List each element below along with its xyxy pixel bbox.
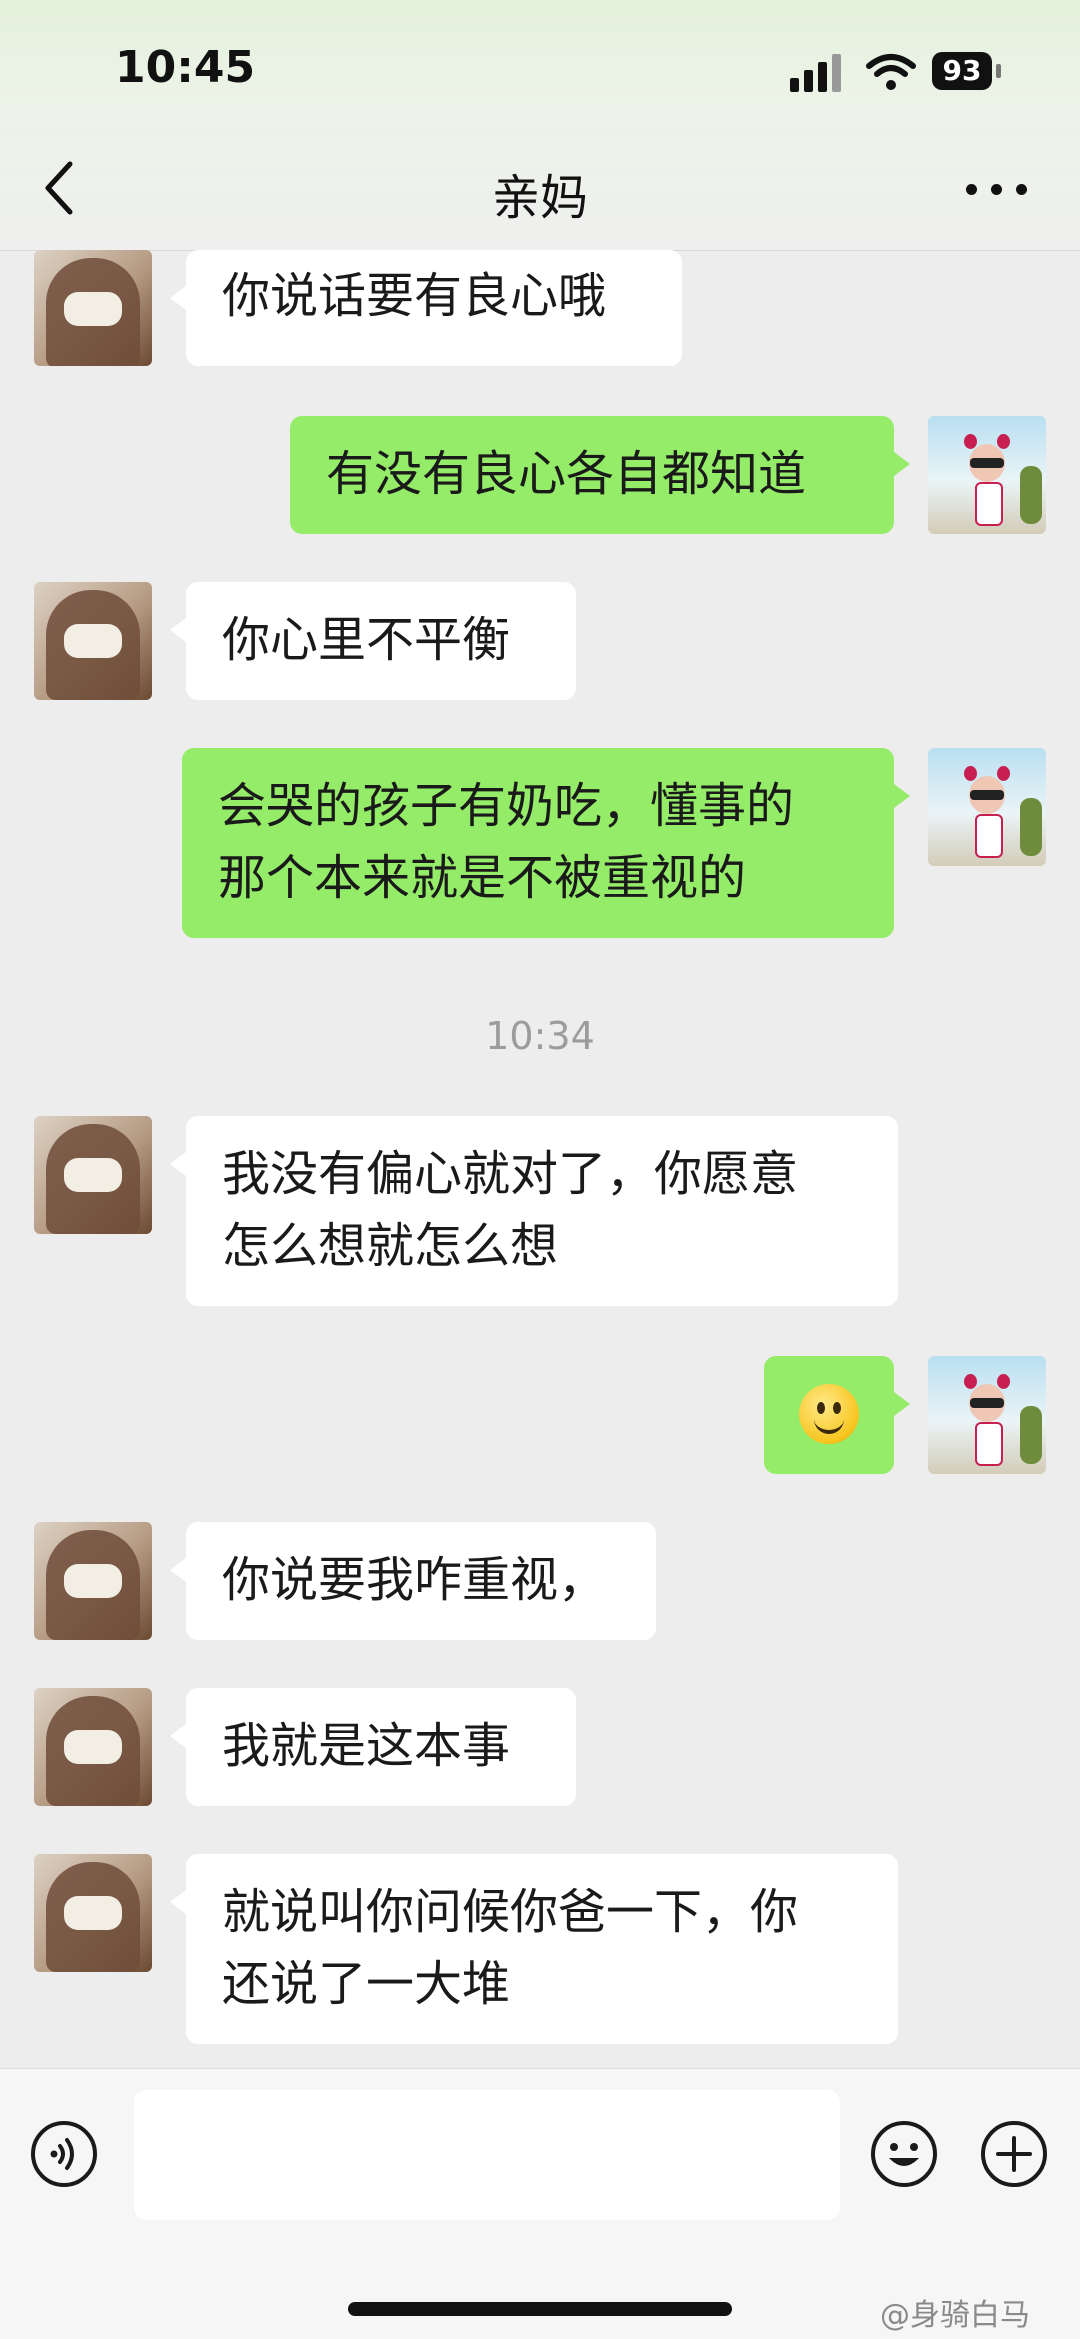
message-text: 你说要我咋重视， [222, 1552, 607, 1608]
contact-avatar[interactable] [34, 1854, 152, 1972]
battery-level: 93 [932, 52, 992, 90]
contact-avatar[interactable] [34, 1116, 152, 1234]
message-bubble-outgoing[interactable]: 会哭的孩子有奶吃，懂事的 那个本来就是不被重视的 [182, 748, 910, 938]
message-line: 我没有偏心就对了，你愿意 [222, 1146, 799, 1202]
message-bubble-incoming[interactable]: 你说要我咋重视， [170, 1522, 656, 1640]
watermark: @身骑白马 [880, 2298, 1030, 2333]
message-text: 有没有良心各自都知道 [326, 446, 807, 502]
more-options-icon[interactable] [964, 176, 1030, 202]
home-indicator[interactable] [348, 2302, 732, 2316]
message-bubble-incoming[interactable]: 我就是这本事 [170, 1688, 576, 1806]
message-line: 还说了一大堆 [222, 1956, 511, 2012]
smiley-face-icon [799, 1384, 859, 1444]
message-bubble-outgoing[interactable]: 有没有良心各自都知道 [290, 416, 910, 534]
emoji-picker-icon[interactable] [870, 2120, 938, 2188]
contact-avatar[interactable] [34, 1688, 152, 1806]
voice-input-icon[interactable] [30, 2120, 98, 2188]
message-timestamp: 10:34 [485, 1014, 595, 1058]
message-bubble-incoming[interactable]: 就说叫你问候你爸一下，你 还说了一大堆 [170, 1854, 898, 2044]
my-avatar[interactable] [928, 416, 1046, 534]
wifi-icon [866, 54, 916, 90]
message-bubble-incoming[interactable]: 你心里不平衡 [170, 582, 576, 700]
message-input[interactable] [134, 2090, 840, 2220]
status-time: 10:45 [115, 42, 256, 93]
battery-cap [996, 64, 1001, 78]
message-bubble-outgoing[interactable] [764, 1356, 910, 1474]
message-bubble-incoming[interactable]: 你说话要有良心哦 [170, 250, 682, 366]
my-avatar[interactable] [928, 748, 1046, 866]
my-avatar[interactable] [928, 1356, 1046, 1474]
contact-avatar[interactable] [34, 1522, 152, 1640]
message-text: 我就是这本事 [222, 1718, 511, 1774]
message-line: 会哭的孩子有奶吃，懂事的 [218, 778, 795, 834]
more-actions-plus-icon[interactable] [980, 2120, 1048, 2188]
message-line: 怎么想就怎么想 [222, 1218, 559, 1274]
message-text: 你心里不平衡 [222, 612, 511, 668]
message-line: 那个本来就是不被重视的 [218, 850, 747, 906]
cellular-signal-icon [790, 52, 846, 92]
contact-avatar[interactable] [34, 250, 152, 366]
chat-title: 亲妈 [491, 170, 588, 226]
message-text: 你说话要有良心哦 [222, 268, 607, 324]
message-line: 就说叫你问候你爸一下，你 [222, 1884, 799, 1940]
chat-area[interactable]: 你说话要有良心哦 有没有良心各自都知道 你心里不平衡 会哭的孩子有奶吃，懂事的 … [0, 250, 1080, 2068]
contact-avatar[interactable] [34, 582, 152, 700]
message-bubble-incoming[interactable]: 我没有偏心就对了，你愿意 怎么想就怎么想 [170, 1116, 898, 1306]
